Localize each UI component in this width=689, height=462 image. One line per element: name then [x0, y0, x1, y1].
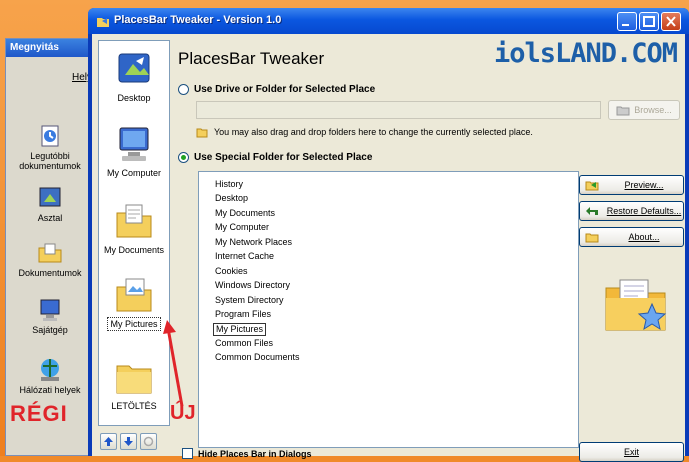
place-label: My Documents [103, 245, 165, 255]
preview-button[interactable]: Preview... [579, 175, 684, 195]
hide-places-bar-option[interactable]: Hide Places Bar in Dialogs [182, 448, 312, 459]
list-item[interactable]: Common Files [213, 338, 275, 349]
list-item[interactable]: Windows Directory [213, 280, 292, 291]
list-item[interactable]: My Documents [213, 208, 277, 219]
close-button[interactable] [661, 12, 681, 31]
app-heading: PlacesBar Tweaker [178, 49, 325, 68]
drive-option[interactable]: Use Drive or Folder for Selected Place [178, 84, 375, 95]
network-places-icon [37, 357, 63, 383]
place-my-documents[interactable]: My Documents [99, 201, 169, 255]
list-item[interactable]: Desktop [213, 193, 250, 204]
special-folder-radio[interactable] [178, 152, 189, 163]
special-folder-option[interactable]: Use Special Folder for Selected Place [178, 152, 372, 163]
list-item[interactable]: Common Documents [213, 352, 302, 363]
about-folder-icon [585, 233, 599, 243]
pictures-folder-icon [114, 275, 154, 315]
old-open-dialog: Megnyitás Legutóbbi dokumentumok Asztal … [5, 38, 95, 456]
drive-radio[interactable] [178, 84, 189, 95]
browse-folder-icon [616, 106, 630, 116]
move-down-button[interactable] [120, 433, 137, 450]
old-dialog-title: Megnyitás [6, 39, 94, 57]
place-label: My Computer [106, 168, 161, 178]
desktop-icon [37, 185, 63, 211]
arrow-down-icon [124, 437, 133, 446]
documents-folder-icon [37, 240, 63, 266]
old-place-label: Legutóbbi dokumentumok [19, 151, 81, 171]
list-item[interactable]: My Computer [213, 222, 271, 233]
old-place-label: Dokumentumok [18, 268, 82, 278]
minimize-button[interactable] [617, 12, 637, 31]
old-place-network[interactable]: Hálózati helyek [6, 357, 94, 395]
place-my-computer[interactable]: My Computer [99, 124, 169, 178]
recent-docs-icon [37, 123, 63, 149]
brand-logo: iolsLAND.COM [494, 38, 678, 69]
drive-option-label: Use Drive or Folder for Selected Place [194, 84, 376, 95]
list-item[interactable]: History [213, 179, 245, 190]
window-title: PlacesBar Tweaker - Version 1.0 [114, 14, 282, 26]
hide-places-bar-label: Hide Places Bar in Dialogs [198, 448, 312, 459]
app-icon [96, 14, 110, 28]
special-folder-label: Use Special Folder for Selected Place [194, 152, 373, 163]
place-label: Desktop [117, 93, 151, 103]
annotation-arrow [163, 320, 184, 407]
undo-arrow-icon [586, 207, 598, 215]
hint-folder-icon [196, 128, 208, 138]
arrow-up-icon [104, 437, 113, 446]
list-item[interactable]: Internet Cache [213, 251, 276, 262]
list-item[interactable]: System Directory [213, 295, 286, 306]
about-button[interactable]: About... [579, 227, 684, 247]
documents-folder-icon [114, 201, 154, 241]
browse-button[interactable]: Browse... [608, 100, 680, 120]
maximize-button[interactable] [639, 12, 659, 31]
browse-label: Browse... [634, 105, 672, 115]
move-up-button[interactable] [100, 433, 117, 450]
new-caption: ÚJ [170, 402, 196, 424]
folder-path-input[interactable] [196, 101, 601, 119]
about-label: About... [628, 232, 660, 242]
desktop-icon [114, 49, 154, 89]
exit-button[interactable]: Exit [579, 442, 684, 462]
special-folder-list[interactable]: History Desktop My Documents My Computer… [198, 171, 579, 448]
old-place-label: Hálózati helyek [19, 385, 81, 395]
old-place-documents[interactable]: Dokumentumok [6, 240, 94, 278]
title-bar[interactable]: PlacesBar Tweaker - Version 1.0 [88, 8, 689, 34]
old-place-recent[interactable]: Legutóbbi dokumentumok [6, 123, 94, 171]
old-place-computer[interactable]: Sajátgép [6, 297, 94, 335]
hint-text: You may also drag and drop folders here … [214, 127, 533, 137]
old-caption: RÉGI [10, 401, 68, 426]
reset-button[interactable] [140, 433, 157, 450]
folder-icon [114, 357, 154, 397]
preview-folder-icon [585, 181, 599, 191]
preview-label: Preview... [624, 180, 664, 190]
places-nav-buttons [100, 433, 157, 450]
place-label: My Pictures [107, 317, 161, 331]
restore-defaults-button[interactable]: Restore Defaults... [579, 201, 684, 221]
list-item[interactable]: My Network Places [213, 237, 294, 248]
place-my-pictures[interactable]: My Pictures [99, 275, 169, 331]
computer-icon [114, 124, 154, 164]
restore-label: Restore Defaults... [606, 206, 682, 216]
star-folder-icon [602, 274, 672, 336]
old-place-desktop[interactable]: Asztal [6, 185, 94, 223]
drag-drop-hint: You may also drag and drop folders here … [196, 126, 533, 138]
place-desktop[interactable]: Desktop [99, 49, 169, 103]
list-item-selected[interactable]: My Pictures [213, 323, 267, 336]
old-place-label: Asztal [37, 213, 63, 223]
place-label: LETÖLTÉS [111, 401, 157, 411]
old-place-label: Sajátgép [32, 325, 68, 335]
place-letoltes[interactable]: LETÖLTÉS [99, 357, 169, 411]
computer-icon [37, 297, 63, 323]
refresh-icon [143, 436, 154, 447]
old-places-bar: Legutóbbi dokumentumok Asztal Dokumentum… [6, 57, 94, 455]
list-item[interactable]: Cookies [213, 266, 250, 277]
list-item[interactable]: Program Files [213, 309, 273, 320]
hide-places-bar-checkbox[interactable] [182, 448, 193, 459]
